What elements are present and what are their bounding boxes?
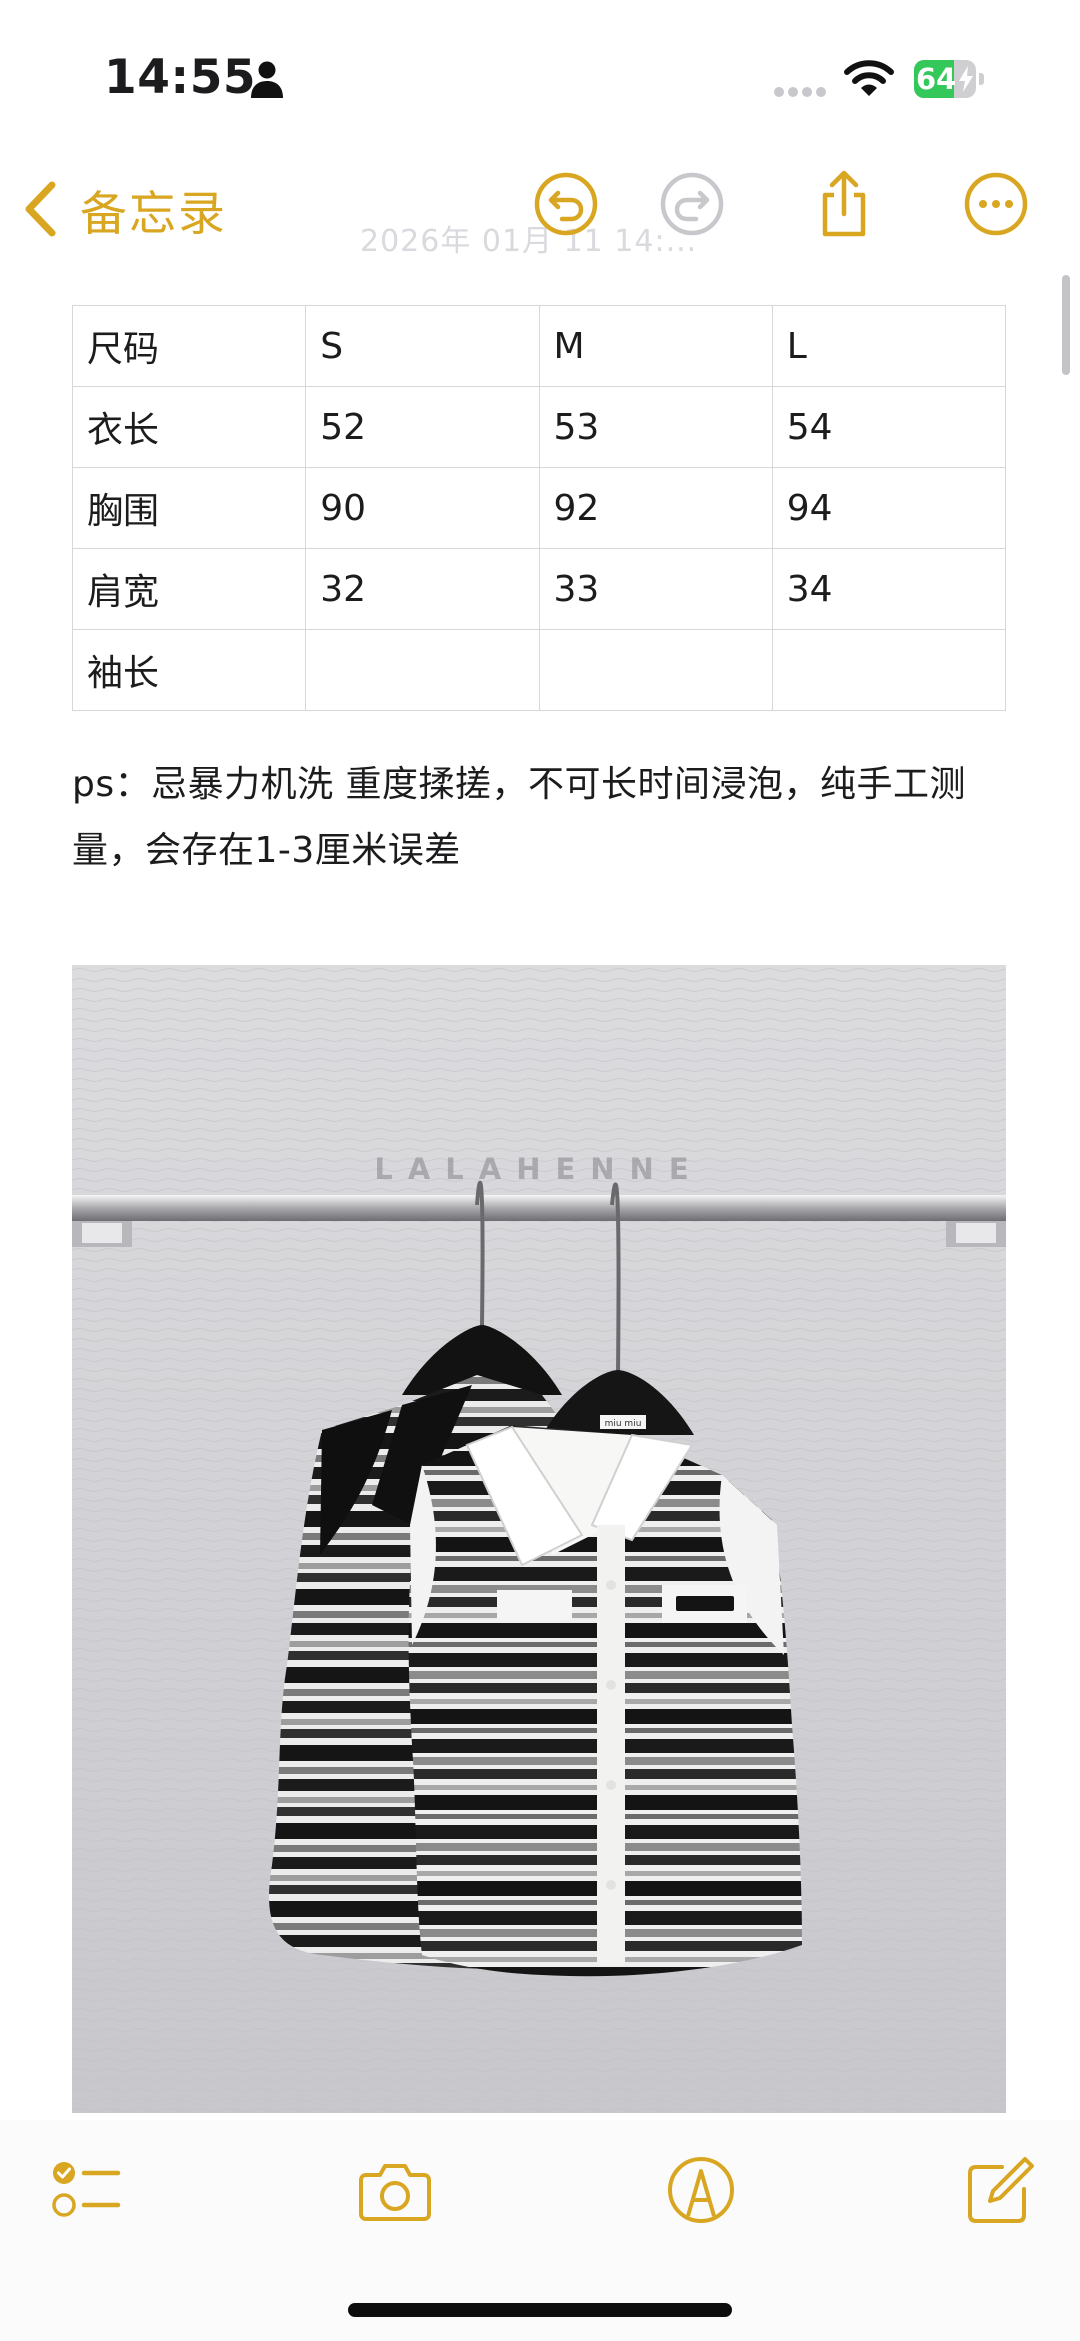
camera-icon[interactable]: [358, 2153, 432, 2227]
photo-watermark: LALAHENNE: [374, 1152, 704, 1186]
table-cell[interactable]: 54: [771, 386, 1007, 468]
battery-indicator: 64: [914, 60, 986, 98]
note-date-faded: 2026年 01月 11 14:...: [360, 224, 698, 259]
battery-body: 64: [914, 60, 976, 98]
table-cell[interactable]: 90: [305, 467, 540, 549]
table-cell[interactable]: 53: [538, 386, 773, 468]
table-cell[interactable]: 肩宽: [71, 548, 307, 630]
table-cell[interactable]: 尺码: [71, 305, 307, 387]
checklist-icon[interactable]: [48, 2153, 122, 2227]
wifi-icon: [844, 60, 894, 96]
neck-label-text: miu miu: [605, 1419, 642, 1429]
undo-icon[interactable]: [530, 168, 602, 240]
table-cell[interactable]: [771, 629, 1007, 711]
navigation-bar: 2026年 01月 11 14:... 备忘录: [0, 150, 1080, 270]
table-cell[interactable]: [305, 629, 540, 711]
back-label: 备忘录: [80, 186, 227, 242]
table-row: 胸围 90 92 94: [71, 467, 1007, 549]
table-cell[interactable]: 94: [771, 467, 1007, 549]
markup-pen-icon[interactable]: [664, 2153, 738, 2227]
note-body-text[interactable]: ps：忌暴力机洗 重度揉搓，不可长时间浸泡，纯手工测量，会存在1-3厘米误差: [72, 752, 1012, 884]
home-indicator[interactable]: [348, 2303, 732, 2317]
size-table: 尺码 S M L 衣长 52 53 54 胸围 90 92 94 肩宽 32 3…: [71, 305, 1007, 711]
table-row: 袖长: [71, 629, 1007, 711]
product-photo[interactable]: miu miu LALAHENNE: [72, 965, 1006, 2113]
table-cell[interactable]: 52: [305, 386, 540, 468]
table-cell[interactable]: L: [771, 305, 1007, 387]
charging-bolt-icon: [959, 66, 973, 92]
table-cell[interactable]: 胸围: [71, 467, 307, 549]
cellular-signal-icon: [774, 87, 826, 97]
status-bar: 14:55 64: [0, 0, 1080, 150]
redo-icon[interactable]: [656, 168, 728, 240]
table-cell[interactable]: [538, 629, 773, 711]
battery-cap: [979, 73, 984, 85]
person-icon: [251, 61, 283, 98]
table-row: 衣长 52 53 54: [71, 386, 1007, 468]
table-cell[interactable]: 袖长: [71, 629, 307, 711]
share-icon[interactable]: [808, 168, 880, 240]
more-icon[interactable]: [960, 168, 1032, 240]
scroll-indicator[interactable]: [1062, 275, 1070, 375]
table-header-row: 尺码 S M L: [71, 305, 1007, 387]
table-cell[interactable]: 衣长: [71, 386, 307, 468]
battery-level: 64: [916, 62, 957, 96]
status-time: 14:55: [104, 50, 257, 105]
table-row: 肩宽 32 33 34: [71, 548, 1007, 630]
table-cell[interactable]: S: [305, 305, 540, 387]
product-photo-illustration: miu miu: [72, 965, 1006, 2113]
table-cell[interactable]: 32: [305, 548, 540, 630]
compose-icon[interactable]: [962, 2153, 1036, 2227]
chevron-left-icon: [25, 181, 56, 237]
back-button[interactable]: 备忘录: [20, 174, 227, 244]
table-cell[interactable]: 92: [538, 467, 773, 549]
table-cell[interactable]: M: [538, 305, 773, 387]
table-cell[interactable]: 34: [771, 548, 1007, 630]
table-cell[interactable]: 33: [538, 548, 773, 630]
